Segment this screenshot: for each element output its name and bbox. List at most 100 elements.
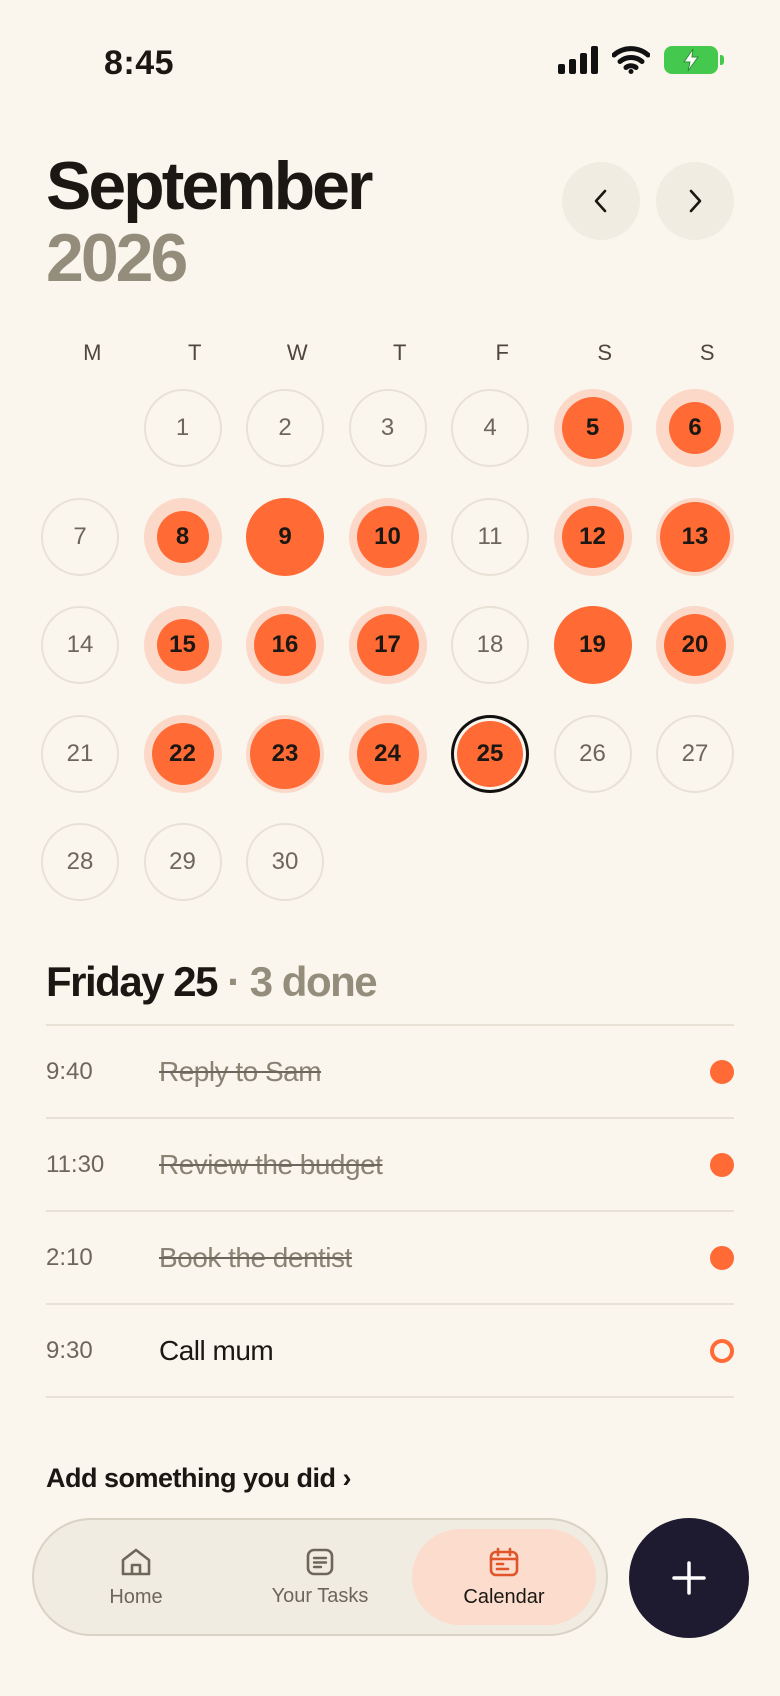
calendar-day-29[interactable]: 29: [143, 823, 222, 901]
calendar-grid: 1 2 3 4 5 6 7 8 9 10 11 12 13 14 15 16 17 18 19 20 21 22 23 24 2…: [41, 389, 761, 932]
weekday-label: F: [495, 340, 509, 365]
day-number: 19: [579, 631, 606, 658]
task-title: Book the dentist: [159, 1241, 352, 1273]
weekday-label: T: [188, 340, 202, 365]
day-number: 21: [66, 739, 94, 767]
task-done-dot[interactable]: [710, 1245, 734, 1270]
calendar-cell: 27: [656, 714, 759, 824]
task-done-dot[interactable]: [710, 1059, 734, 1084]
calendar-day-27[interactable]: 27: [656, 714, 734, 793]
task-done-dot[interactable]: [710, 1152, 734, 1177]
calendar-day-17[interactable]: 17: [348, 606, 427, 684]
day-number: 16: [271, 631, 299, 658]
next-month-button[interactable]: [656, 162, 734, 240]
calendar-cell: 2: [246, 389, 349, 498]
weekday-label: M: [83, 340, 102, 365]
calendar-day-30[interactable]: 30: [246, 823, 324, 901]
calendar-day-4[interactable]: 4: [451, 389, 529, 467]
day-number: 8: [175, 522, 190, 550]
selected-day-label: Friday 25: [46, 958, 218, 1005]
task-row[interactable]: 9:40 Reply to Sam: [46, 1026, 734, 1119]
calendar-day-21[interactable]: 21: [41, 714, 119, 793]
day-number: 9: [278, 522, 292, 550]
calendar-cell: 29: [143, 823, 247, 932]
battery-charging-icon: [664, 46, 724, 74]
calendar-cell: 11: [451, 497, 554, 607]
plus-icon: [672, 1561, 706, 1595]
calendar-day-14[interactable]: 14: [41, 606, 119, 684]
calendar-cell: 24: [348, 714, 452, 824]
task-open-dot[interactable]: [710, 1338, 734, 1363]
calendar-day-6[interactable]: 6: [656, 389, 734, 467]
calendar-day-8[interactable]: 8: [143, 497, 222, 576]
calendar-day-19[interactable]: 19: [553, 606, 632, 684]
calendar-day-7[interactable]: 7: [41, 497, 119, 576]
calendar-day-26[interactable]: 26: [553, 714, 632, 793]
calendar-day-24[interactable]: 24: [348, 714, 427, 793]
calendar-day-3[interactable]: 3: [348, 389, 427, 467]
day-progress-fill: 24: [356, 722, 419, 785]
calendar-day-15[interactable]: 15: [143, 606, 222, 684]
day-number: 28: [66, 848, 94, 875]
calendar-day-16[interactable]: 16: [246, 606, 324, 684]
calendar-day-9[interactable]: 9: [246, 497, 324, 576]
add-button[interactable]: [629, 1518, 749, 1638]
calendar-cell: 3: [348, 389, 452, 498]
day-number: 3: [380, 414, 395, 441]
day-progress-fill: 10: [356, 505, 419, 568]
calendar-day-2[interactable]: 2: [246, 389, 324, 467]
task-row[interactable]: 9:30 Call mum: [46, 1305, 734, 1398]
day-progress-fill: 20: [664, 614, 726, 676]
task-time: 11:30: [46, 1150, 105, 1178]
tab-label: Your Tasks: [271, 1584, 369, 1607]
task-title: Review the budget: [159, 1148, 383, 1180]
weekday-label: S: [597, 340, 613, 365]
calendar-cell: 30: [246, 823, 349, 932]
calendar-day-23[interactable]: 23: [246, 714, 324, 793]
calendar-day-20[interactable]: 20: [656, 606, 734, 684]
tab-your-tasks[interactable]: Your Tasks: [228, 1529, 412, 1625]
day-progress-fill: 8: [156, 510, 209, 563]
calendar-cell: 10: [348, 497, 452, 607]
calendar-cell: 12: [553, 497, 657, 607]
previous-month-button[interactable]: [562, 162, 640, 240]
calendar-day-10[interactable]: 10: [348, 497, 427, 576]
task-row[interactable]: 11:30 Review the budget: [46, 1119, 734, 1212]
tab-home[interactable]: Home: [44, 1529, 228, 1625]
home-icon: [121, 1548, 151, 1575]
task-time: 9:30: [46, 1336, 93, 1364]
calendar-cell: 19: [553, 606, 657, 715]
calendar-cell: 23: [246, 714, 349, 824]
tab-bar: Home Your Tasks Calendar: [32, 1518, 608, 1636]
day-number: 12: [579, 522, 606, 550]
calendar-cell: 7: [41, 497, 144, 607]
selected-day-title: Friday 25 · 3 done: [46, 958, 378, 1006]
calendar-day-22[interactable]: 22: [143, 714, 222, 793]
calendar-cell: 22: [143, 714, 247, 824]
calendar-day-11[interactable]: 11: [451, 497, 529, 576]
tab-calendar[interactable]: Calendar: [412, 1529, 596, 1625]
calendar-day-28[interactable]: 28: [41, 823, 119, 901]
calendar-icon: [489, 1547, 519, 1576]
day-number: 10: [374, 522, 401, 550]
calendar-day-12[interactable]: 12: [553, 497, 632, 576]
weekday-label: S: [699, 340, 715, 365]
calendar-cell: 9: [246, 497, 349, 607]
add-something-link[interactable]: Add something you did ›: [46, 1463, 351, 1494]
calendar-day-18[interactable]: 18: [451, 606, 529, 684]
day-progress-fill: 23: [250, 718, 320, 789]
day-number: 18: [476, 631, 504, 658]
status-icons: [558, 46, 724, 74]
task-row[interactable]: 2:10 Book the dentist: [46, 1212, 734, 1305]
calendar-day-25[interactable]: 25: [451, 714, 529, 793]
done-count: · 3 done: [227, 958, 378, 1005]
day-number: 11: [477, 522, 503, 550]
task-title: Reply to Sam: [159, 1055, 322, 1087]
calendar-day-13[interactable]: 13: [656, 497, 734, 576]
wifi-icon: [612, 46, 650, 74]
day-number: 22: [169, 739, 196, 767]
calendar-day-1[interactable]: 1: [143, 389, 222, 467]
calendar-day-5[interactable]: 5: [553, 389, 632, 467]
day-number: 29: [169, 848, 196, 875]
day-progress-fill: 5: [561, 397, 624, 459]
